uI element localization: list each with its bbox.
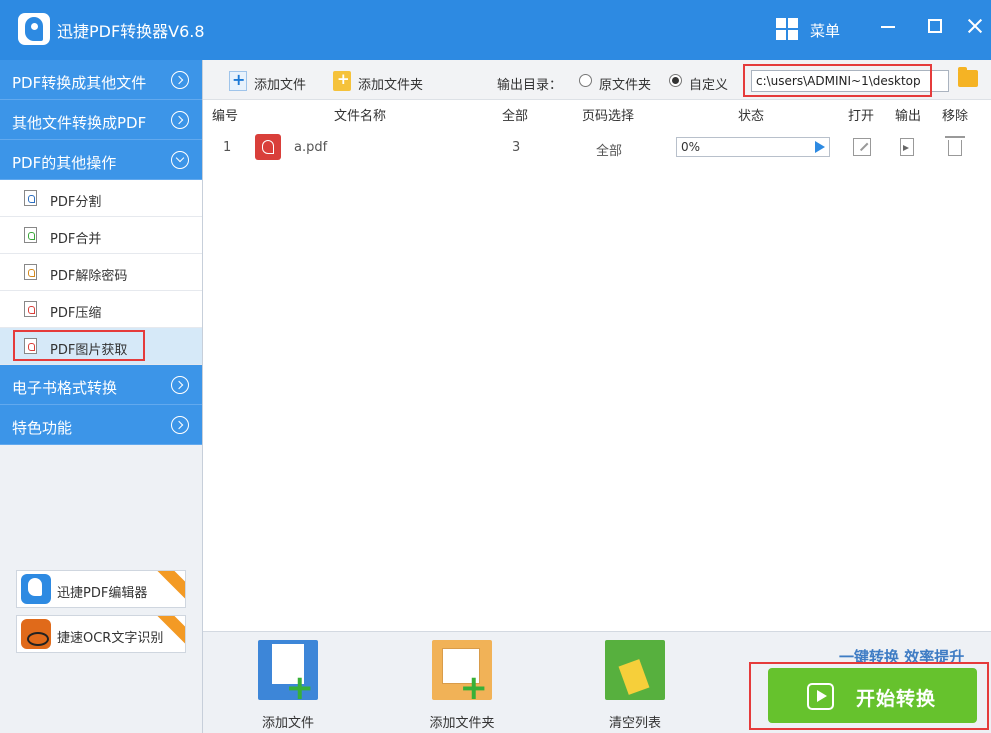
trash-icon[interactable]: [945, 136, 965, 156]
chevron-right-icon: [171, 71, 189, 89]
col-status: 状态: [738, 109, 765, 124]
close-button[interactable]: [963, 14, 987, 38]
bottom-add-folder-button[interactable]: 添加文件夹: [417, 640, 507, 731]
radio-original-label: 原文件夹: [599, 78, 652, 93]
sidebar-item-pdf-split[interactable]: PDF分割: [0, 180, 202, 217]
row-total: 3: [512, 140, 521, 155]
ocr-logo-icon: [21, 619, 51, 649]
add-folder-large-icon: [432, 640, 492, 708]
pdf-file-icon: [24, 338, 37, 354]
file-table-header: 编号 文件名称 全部 页码选择 状态 打开 输出 移除: [203, 100, 991, 124]
output-path-input[interactable]: [751, 70, 949, 92]
bottom-add-file-button[interactable]: 添加文件: [243, 640, 333, 731]
sidebar-category-pdf-to-other[interactable]: PDF转换成其他文件: [0, 60, 202, 100]
app-title: 迅捷PDF转换器V6.8: [57, 22, 205, 41]
pdf-file-icon: [255, 134, 281, 160]
output-icon[interactable]: [900, 138, 914, 156]
toolbar: 添加文件 添加文件夹 输出目录： 原文件夹 自定义: [203, 60, 991, 100]
output-dir-label: 输出目录：: [497, 78, 563, 93]
add-file-icon: [229, 70, 247, 91]
maximize-button[interactable]: [922, 14, 946, 38]
menu-button[interactable]: 菜单: [810, 20, 840, 41]
pdf-file-icon: [24, 264, 37, 280]
add-folder-icon: [333, 70, 351, 91]
menu-grid-icon[interactable]: [776, 18, 798, 40]
sidebar-item-pdf-unlock[interactable]: PDF解除密码: [0, 254, 202, 291]
row-filename: a.pdf: [294, 140, 328, 155]
col-remove: 移除: [942, 109, 969, 124]
chevron-right-icon: [171, 111, 189, 129]
chevron-down-icon: [171, 151, 189, 169]
clear-list-button[interactable]: 清空列表: [590, 640, 680, 731]
title-bar: 迅捷PDF转换器V6.8 菜单: [0, 0, 991, 60]
broom-icon: [605, 640, 665, 700]
sidebar-item-pdf-merge[interactable]: PDF合并: [0, 217, 202, 254]
status-progress-bar[interactable]: 0%: [676, 137, 830, 157]
minimize-button[interactable]: [876, 14, 900, 38]
progress-text: 0%: [681, 140, 701, 154]
app-logo-icon: [18, 13, 50, 45]
add-file-large-icon: [258, 640, 318, 708]
col-open: 打开: [848, 109, 875, 124]
pdf-editor-logo-icon: [21, 574, 51, 604]
play-icon[interactable]: [815, 141, 825, 153]
start-convert-button[interactable]: 开始转换: [768, 668, 977, 723]
radio-custom-folder[interactable]: [669, 74, 682, 87]
pdf-file-icon: [24, 190, 37, 206]
row-page-select[interactable]: 全部: [596, 140, 622, 159]
sidebar-item-pdf-compress[interactable]: PDF压缩: [0, 291, 202, 328]
col-index: 编号: [212, 109, 239, 124]
hot-badge-icon: [155, 571, 185, 600]
open-external-icon[interactable]: [853, 138, 871, 156]
sidebar-category-other-to-pdf[interactable]: 其他文件转换成PDF: [0, 100, 202, 140]
browse-folder-icon[interactable]: [958, 67, 978, 87]
col-total: 全部: [502, 109, 529, 124]
sidebar-category-featured[interactable]: 特色功能: [0, 405, 202, 445]
table-row[interactable]: 1 a.pdf 3 全部 0%: [203, 128, 991, 168]
sidebar-item-pdf-image-extract[interactable]: PDF图片获取: [0, 328, 202, 365]
col-output: 输出: [895, 109, 922, 124]
play-icon: [807, 683, 834, 710]
slogan-link[interactable]: 一键转换 效率提升: [839, 646, 964, 667]
sidebar-category-pdf-other-ops[interactable]: PDF的其他操作: [0, 140, 202, 180]
pdf-file-icon: [24, 301, 37, 317]
radio-original-folder[interactable]: [579, 74, 592, 87]
radio-custom-label: 自定义: [689, 78, 729, 93]
chevron-right-icon: [171, 416, 189, 434]
pdf-file-icon: [24, 227, 37, 243]
sidebar-category-ebook[interactable]: 电子书格式转换: [0, 365, 202, 405]
bottom-panel: 添加文件 添加文件夹 清空列表 一键转换 效率提升 开始转换: [203, 631, 991, 733]
row-index: 1: [223, 140, 232, 155]
sidebar: PDF转换成其他文件 其他文件转换成PDF PDF的其他操作 PDF分割 PDF…: [0, 60, 203, 733]
col-page-select: 页码选择: [582, 109, 635, 124]
promo-ocr[interactable]: 捷速OCR文字识别: [16, 615, 186, 653]
promo-pdf-editor[interactable]: 迅捷PDF编辑器: [16, 570, 186, 608]
col-filename: 文件名称: [334, 109, 387, 124]
chevron-right-icon: [171, 376, 189, 394]
